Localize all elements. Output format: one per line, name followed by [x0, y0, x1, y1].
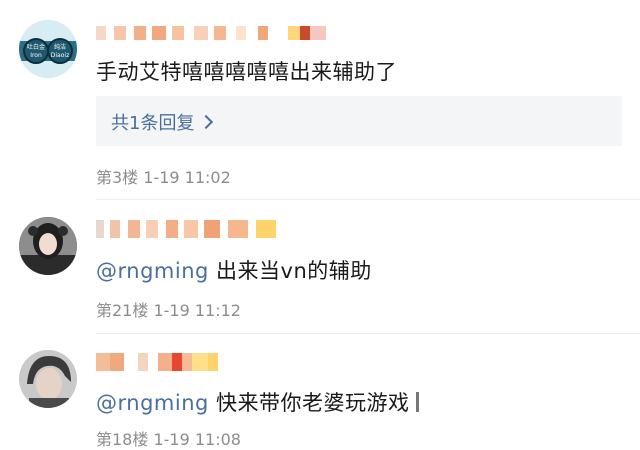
text-cursor-mark	[415, 392, 419, 412]
user-mention-link[interactable]: @rngming	[96, 259, 209, 283]
avatar-text: Iron	[30, 52, 42, 59]
avatar-portrait-icon	[19, 350, 77, 408]
user-avatar[interactable]: 吐白金 Iron 纯洁 Diaoiz	[19, 20, 77, 78]
comment-text: 手动艾特嘻嘻嘻嘻嘻出来辅助了	[96, 60, 397, 84]
avatar-portrait-icon	[19, 217, 77, 275]
username-blurred[interactable]	[96, 353, 218, 371]
username-blurred[interactable]	[96, 220, 276, 238]
user-avatar[interactable]	[19, 217, 77, 275]
floor-timestamp: 第18楼 1-19 11:08	[96, 430, 241, 449]
username-blurred[interactable]	[96, 26, 326, 40]
comment-item: 吐白金 Iron 纯洁 Diaoiz 手动艾特嘻嘻嘻嘻嘻出来辅助了 共1条回复	[0, 0, 640, 200]
user-avatar[interactable]	[19, 350, 77, 408]
comment-item: @rngming 出来当vn的辅助 第21楼 1-19 11:12	[0, 200, 640, 334]
view-replies-button[interactable]: 共1条回复	[96, 96, 622, 146]
comment-item: @rngming 快来带你老婆玩游戏 第18楼 1-19 11:08	[0, 334, 640, 449]
floor-timestamp: 第21楼 1-19 11:12	[96, 301, 241, 320]
comment-text: @rngming 快来带你老婆玩游戏	[96, 387, 419, 417]
user-mention-link[interactable]: @rngming	[96, 391, 209, 415]
comment-body: 出来当vn的辅助	[216, 259, 372, 283]
chevron-right-icon	[199, 114, 214, 130]
comment-text: @rngming 出来当vn的辅助	[96, 255, 372, 285]
avatar-text: Diaoiz	[51, 52, 69, 59]
avatar-text: 吐白金	[27, 43, 45, 51]
avatar-text: 纯洁	[54, 43, 66, 51]
avatar-goggles-icon: 吐白金 Iron 纯洁 Diaoiz	[19, 20, 77, 78]
comment-body: 快来带你老婆玩游戏	[216, 391, 410, 415]
floor-timestamp: 第3楼 1-19 11:02	[96, 168, 231, 187]
reply-count-label: 共1条回复	[111, 113, 195, 134]
